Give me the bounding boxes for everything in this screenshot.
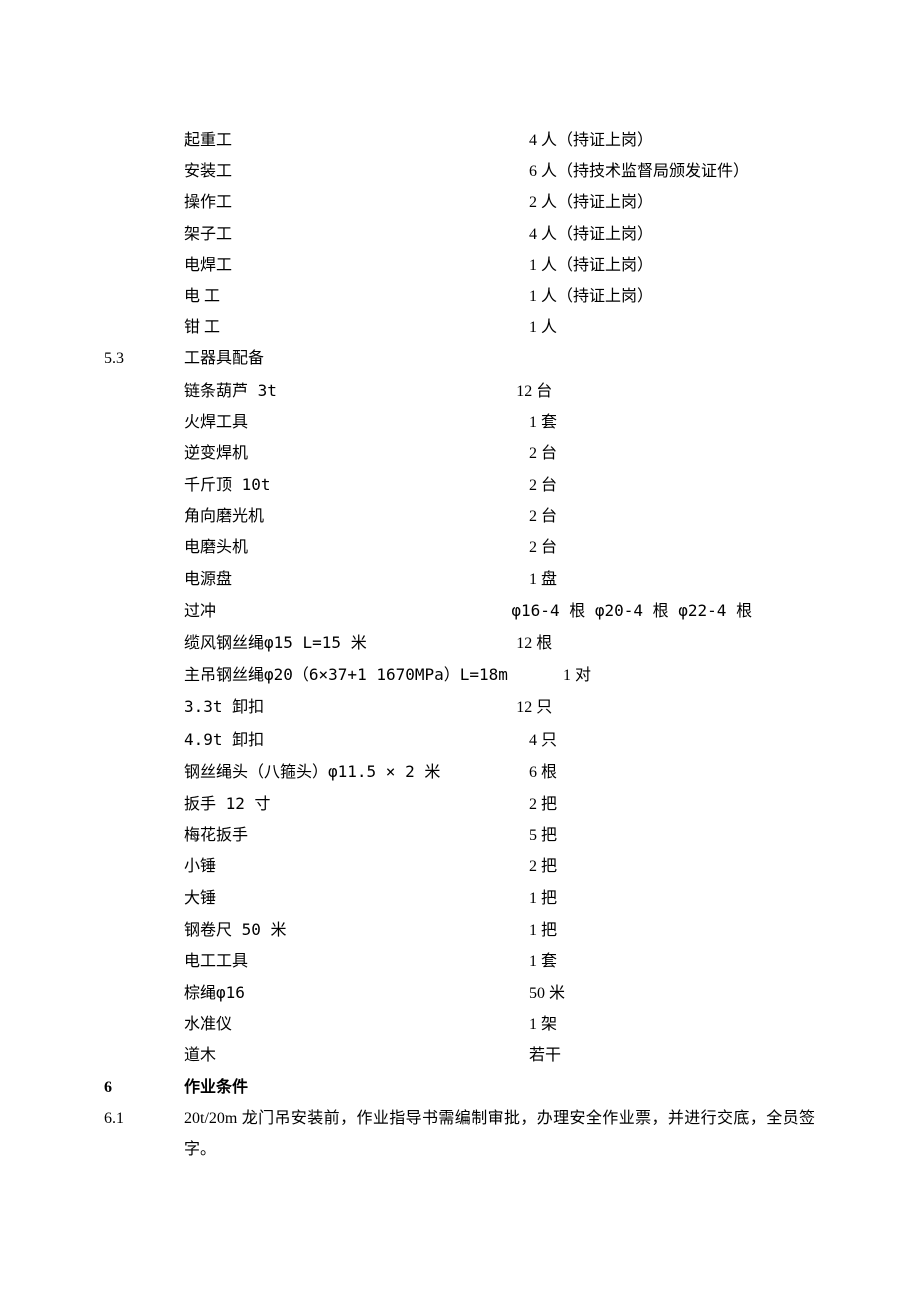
personnel-row: 电焊工 1 人（持证上岗） bbox=[104, 250, 860, 281]
item-value: 5 把 bbox=[529, 820, 557, 851]
item-value: 6 人（持技术监督局颁发证件） bbox=[529, 156, 749, 187]
section-title: 工器具配备 bbox=[184, 343, 529, 374]
item-value: 50 米 bbox=[529, 978, 565, 1009]
personnel-row: 电 工 1 人（持证上岗） bbox=[104, 281, 860, 312]
personnel-row: 安装工 6 人（持技术监督局颁发证件） bbox=[104, 156, 860, 187]
section-number: 6.1 bbox=[104, 1103, 184, 1165]
tool-row: 3.3t 卸扣 12 只 bbox=[104, 691, 860, 723]
item-value: 1 套 bbox=[529, 407, 557, 438]
tool-row: 电源盘 1 盘 bbox=[104, 564, 860, 595]
item-value: 12 根 bbox=[529, 628, 552, 659]
item-value: 2 台 bbox=[529, 532, 557, 563]
item-label: 钢丝绳头（八箍头）φ11.5 × 2 米 bbox=[184, 756, 499, 787]
item-label: 缆风钢丝绳φ15 L=15 米 bbox=[184, 627, 529, 658]
item-label: 电 工 bbox=[184, 281, 529, 312]
item-value: 若干 bbox=[529, 1040, 561, 1071]
item-label: 千斤顶 10t bbox=[184, 469, 529, 500]
section-paragraph: 6.1 20t/20m 龙门吊安装前，作业指导书需编制审批，办理安全作业票，并进… bbox=[104, 1103, 860, 1165]
item-value: 2 把 bbox=[529, 789, 557, 820]
item-label: 操作工 bbox=[184, 187, 529, 218]
tool-row: 扳手 12 寸 2 把 bbox=[104, 788, 860, 820]
item-value: 1 把 bbox=[529, 915, 557, 946]
personnel-row: 钳 工 1 人 bbox=[104, 312, 860, 343]
item-value: 1 把 bbox=[529, 883, 557, 914]
tool-row: 火焊工具 1 套 bbox=[104, 407, 860, 438]
item-label: 4.9t 卸扣 bbox=[184, 724, 529, 755]
tool-row: 小锤 2 把 bbox=[104, 851, 860, 882]
tool-row: 大锤 1 把 bbox=[104, 883, 860, 914]
item-label: 道木 bbox=[184, 1040, 529, 1071]
item-value: 1 人（持证上岗） bbox=[529, 281, 653, 312]
item-label: 电磨头机 bbox=[184, 532, 529, 563]
tool-row: 千斤顶 10t 2 台 bbox=[104, 469, 860, 501]
item-label: 火焊工具 bbox=[184, 407, 529, 438]
item-label: 安装工 bbox=[184, 156, 529, 187]
tool-row: 过冲 φ16-4 根 φ20-4 根 φ22-4 根 bbox=[104, 595, 860, 627]
tool-row: 钢卷尺 50 米 1 把 bbox=[104, 914, 860, 946]
item-value: 2 台 bbox=[529, 470, 557, 501]
item-label: 大锤 bbox=[184, 883, 529, 914]
section-title: 作业条件 bbox=[184, 1072, 529, 1103]
item-label: 3.3t 卸扣 bbox=[184, 691, 529, 722]
item-value: 1 套 bbox=[529, 946, 557, 977]
item-label: 水准仪 bbox=[184, 1009, 529, 1040]
tool-row: 钢丝绳头（八箍头）φ11.5 × 2 米 6 根 bbox=[104, 756, 860, 788]
personnel-row: 操作工 2 人（持证上岗） bbox=[104, 187, 860, 218]
section-number: 6 bbox=[104, 1072, 184, 1103]
item-label: 扳手 12 寸 bbox=[184, 788, 529, 819]
tool-row: 棕绳φ16 50 米 bbox=[104, 977, 860, 1009]
paragraph-body: 20t/20m 龙门吊安装前，作业指导书需编制审批，办理安全作业票，并进行交底，… bbox=[184, 1103, 860, 1165]
item-value: 6 根 bbox=[499, 757, 557, 788]
item-value: 4 人（持证上岗） bbox=[529, 125, 653, 156]
item-value: 12 台 bbox=[529, 376, 552, 407]
item-value: 1 人（持证上岗） bbox=[529, 250, 653, 281]
item-value: 1 架 bbox=[529, 1009, 557, 1040]
item-value: 2 人（持证上岗） bbox=[529, 187, 653, 218]
item-value: 2 把 bbox=[529, 851, 557, 882]
item-label: 钳 工 bbox=[184, 312, 529, 343]
item-value: 4 只 bbox=[529, 725, 557, 756]
item-value: 12 只 bbox=[529, 692, 552, 723]
tool-row: 道木 若干 bbox=[104, 1040, 860, 1071]
item-value: 1 人 bbox=[529, 312, 557, 343]
tool-row: 缆风钢丝绳φ15 L=15 米 12 根 bbox=[104, 627, 860, 659]
item-value: 2 台 bbox=[529, 501, 557, 532]
tool-row: 链条葫芦 3t 12 台 bbox=[104, 375, 860, 407]
item-label: 钢卷尺 50 米 bbox=[184, 914, 529, 945]
item-value: 4 人（持证上岗） bbox=[529, 219, 653, 250]
item-label: 过冲 bbox=[184, 596, 529, 627]
tool-row: 水准仪 1 架 bbox=[104, 1009, 860, 1040]
item-label: 棕绳φ16 bbox=[184, 977, 529, 1008]
tool-row: 电工工具 1 套 bbox=[104, 946, 860, 977]
personnel-row: 架子工 4 人（持证上岗） bbox=[104, 219, 860, 250]
document-page: 起重工 4 人（持证上岗） 安装工 6 人（持技术监督局颁发证件） 操作工 2 … bbox=[0, 0, 920, 1302]
tool-row: 梅花扳手 5 把 bbox=[104, 820, 860, 851]
item-label: 电工工具 bbox=[184, 946, 529, 977]
tool-row: 4.9t 卸扣 4 只 bbox=[104, 724, 860, 756]
section-heading: 5.3 工器具配备 bbox=[104, 343, 860, 374]
tool-row: 逆变焊机 2 台 bbox=[104, 438, 860, 469]
item-label: 起重工 bbox=[184, 125, 529, 156]
item-value: 2 台 bbox=[529, 438, 557, 469]
item-label: 逆变焊机 bbox=[184, 438, 529, 469]
item-value: 1 盘 bbox=[529, 564, 557, 595]
tool-row: 主吊钢丝绳φ20（6×37+1 1670MPa）L=18m 1 对 bbox=[104, 659, 860, 691]
item-label: 电焊工 bbox=[184, 250, 529, 281]
section-number: 5.3 bbox=[104, 343, 184, 374]
item-value: φ16-4 根 φ20-4 根 φ22-4 根 bbox=[529, 595, 752, 626]
tool-row: 电磨头机 2 台 bbox=[104, 532, 860, 563]
section-heading: 6 作业条件 bbox=[104, 1072, 860, 1103]
item-label: 电源盘 bbox=[184, 564, 529, 595]
personnel-row: 起重工 4 人（持证上岗） bbox=[104, 125, 860, 156]
item-label: 主吊钢丝绳φ20（6×37+1 1670MPa）L=18m bbox=[184, 659, 529, 690]
tool-row: 角向磨光机 2 台 bbox=[104, 501, 860, 532]
item-label: 角向磨光机 bbox=[184, 501, 529, 532]
item-label: 链条葫芦 3t bbox=[184, 375, 529, 406]
item-label: 小锤 bbox=[184, 851, 529, 882]
item-label: 架子工 bbox=[184, 219, 529, 250]
item-value: 1 对 bbox=[529, 660, 591, 691]
item-label: 梅花扳手 bbox=[184, 820, 529, 851]
